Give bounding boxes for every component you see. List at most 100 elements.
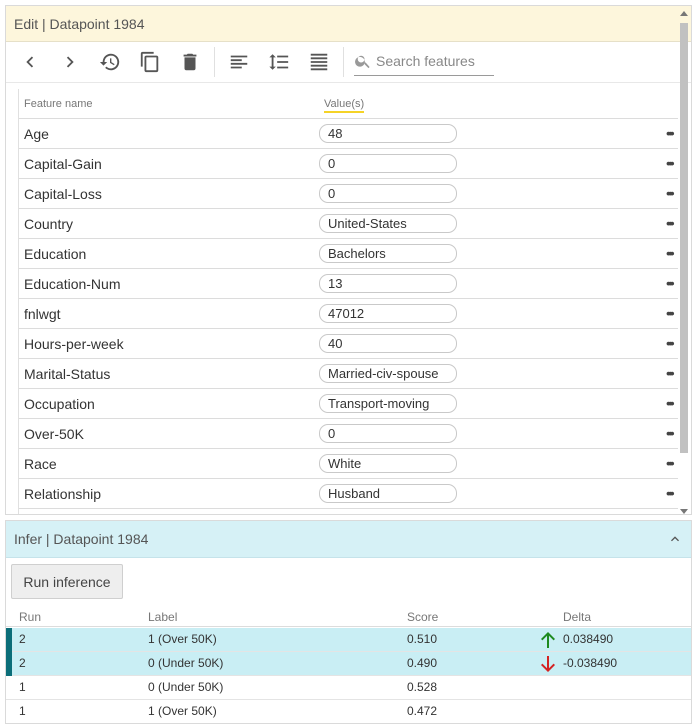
delta-header: Delta — [563, 610, 592, 624]
result-row[interactable]: 1 0 (Under 50K) 0.528 — [6, 676, 691, 700]
toolbar — [6, 42, 691, 83]
infer-header[interactable]: Infer | Datapoint 1984 — [6, 521, 691, 558]
line-spacing-icon — [269, 54, 289, 70]
result-row[interactable]: 2 1 (Over 50K) 0.510 0.038490 — [6, 628, 691, 652]
feature-row: Relationship••• — [19, 479, 678, 509]
result-row[interactable]: 2 0 (Under 50K) 0.490 -0.038490 — [6, 652, 691, 676]
feature-name: Hours-per-week — [24, 335, 124, 352]
next-datapoint-button[interactable] — [50, 42, 90, 82]
feature-row: Capital-Gain••• — [19, 149, 678, 179]
result-delta: -0.038490 — [563, 656, 618, 670]
duplicate-button[interactable] — [130, 42, 170, 82]
feature-name: Over-50K — [24, 425, 84, 442]
delete-button[interactable] — [170, 42, 210, 82]
justify-icon — [310, 53, 328, 71]
edit-scrollbar[interactable] — [677, 11, 691, 514]
result-label: 1 (Over 50K) — [148, 632, 217, 646]
feature-row: Marital-Status••• — [19, 359, 678, 389]
feature-row: Over-50K••• — [19, 419, 678, 449]
feature-name: Race — [24, 455, 57, 472]
feature-value-input[interactable] — [319, 394, 457, 413]
edit-title: Edit | Datapoint 1984 — [14, 15, 145, 32]
search-features[interactable] — [354, 48, 494, 76]
feature-value-input[interactable] — [319, 154, 457, 173]
feature-table: Feature name Value(s) Age•••Capital-Gain… — [18, 89, 678, 514]
feature-row: Capital-Loss••• — [19, 179, 678, 209]
feature-row: Education-Num••• — [19, 269, 678, 299]
infer-title: Infer | Datapoint 1984 — [14, 531, 149, 547]
toolbar-divider — [214, 47, 215, 77]
feature-value-input[interactable] — [319, 214, 457, 233]
feature-value-input[interactable] — [319, 454, 457, 473]
history-button[interactable] — [90, 42, 130, 82]
run-header: Run — [19, 610, 42, 624]
feature-name: Capital-Gain — [24, 155, 102, 172]
line-spacing-button[interactable] — [259, 42, 299, 82]
selection-marker — [6, 628, 12, 652]
feature-name: Marital-Status — [24, 365, 111, 382]
arrow-up-icon — [541, 632, 555, 648]
feature-row: Race••• — [19, 449, 678, 479]
expanded-view-button[interactable] — [299, 42, 339, 82]
search-input[interactable] — [372, 52, 488, 69]
chevron-left-icon — [26, 56, 34, 68]
feature-name: Country — [24, 215, 74, 232]
feature-row: Age••• — [19, 119, 678, 149]
edit-header: Edit | Datapoint 1984 — [6, 6, 691, 42]
feature-name: fnlwgt — [24, 305, 61, 322]
toolbar-divider — [343, 47, 344, 77]
feature-row: Country••• — [19, 209, 678, 239]
compact-view-button[interactable] — [219, 42, 259, 82]
feature-name: Education-Num — [24, 275, 121, 292]
chevron-right-icon — [66, 56, 74, 68]
previous-datapoint-button[interactable] — [10, 42, 50, 82]
infer-panel: Infer | Datapoint 1984 Run inference Run… — [5, 520, 692, 724]
copy-icon — [140, 51, 159, 73]
feature-value-input[interactable] — [319, 184, 457, 203]
feature-row: Education••• — [19, 239, 678, 269]
result-score: 0.528 — [407, 680, 438, 694]
result-label: 0 (Under 50K) — [148, 680, 224, 694]
result-label: 1 (Over 50K) — [148, 704, 217, 718]
feature-row: fnlwgt••• — [19, 299, 678, 329]
feature-table-header: Feature name Value(s) — [19, 89, 678, 119]
feature-value-input[interactable] — [319, 424, 457, 443]
result-run: 2 — [19, 656, 26, 670]
feature-value-input[interactable] — [319, 124, 457, 143]
feature-value-input[interactable] — [319, 274, 457, 293]
scroll-down-arrow[interactable] — [680, 509, 688, 514]
result-score: 0.472 — [407, 704, 438, 718]
result-label: 0 (Under 50K) — [148, 656, 224, 670]
feature-value-input[interactable] — [319, 244, 457, 263]
result-run: 1 — [19, 704, 26, 718]
feature-name: Occupation — [24, 395, 95, 412]
value-header[interactable]: Value(s) — [319, 97, 365, 113]
feature-row: Occupation••• — [19, 389, 678, 419]
feature-value-input[interactable] — [319, 304, 457, 323]
feature-value-input[interactable] — [319, 334, 457, 353]
feature-row: Hours-per-week••• — [19, 329, 678, 359]
result-run: 1 — [19, 680, 26, 694]
results-header: Run Label Score Delta — [6, 609, 691, 627]
edit-panel: Edit | Datapoint 1984 Search features Fe… — [5, 5, 692, 515]
score-header: Score — [407, 610, 439, 624]
feature-name-header: Feature name — [24, 97, 93, 110]
result-score: 0.490 — [407, 656, 438, 670]
align-left-icon — [230, 55, 248, 69]
selection-marker — [6, 652, 12, 676]
feature-name: Capital-Loss — [24, 185, 102, 202]
result-row[interactable]: 1 1 (Over 50K) 0.472 — [6, 700, 691, 723]
label-header: Label — [148, 610, 178, 624]
feature-value-input[interactable] — [319, 364, 457, 383]
result-run: 2 — [19, 632, 26, 646]
run-inference-button[interactable]: Run inference — [11, 564, 123, 599]
scroll-thumb[interactable] — [680, 23, 688, 453]
search-icon — [355, 55, 370, 68]
feature-value-input[interactable] — [319, 484, 457, 503]
scroll-up-arrow[interactable] — [680, 11, 688, 16]
chevron-up-icon[interactable] — [667, 531, 683, 547]
result-score: 0.510 — [407, 632, 438, 646]
trash-icon — [183, 53, 197, 71]
feature-name: Education — [24, 245, 87, 262]
arrow-down-icon — [541, 656, 555, 672]
